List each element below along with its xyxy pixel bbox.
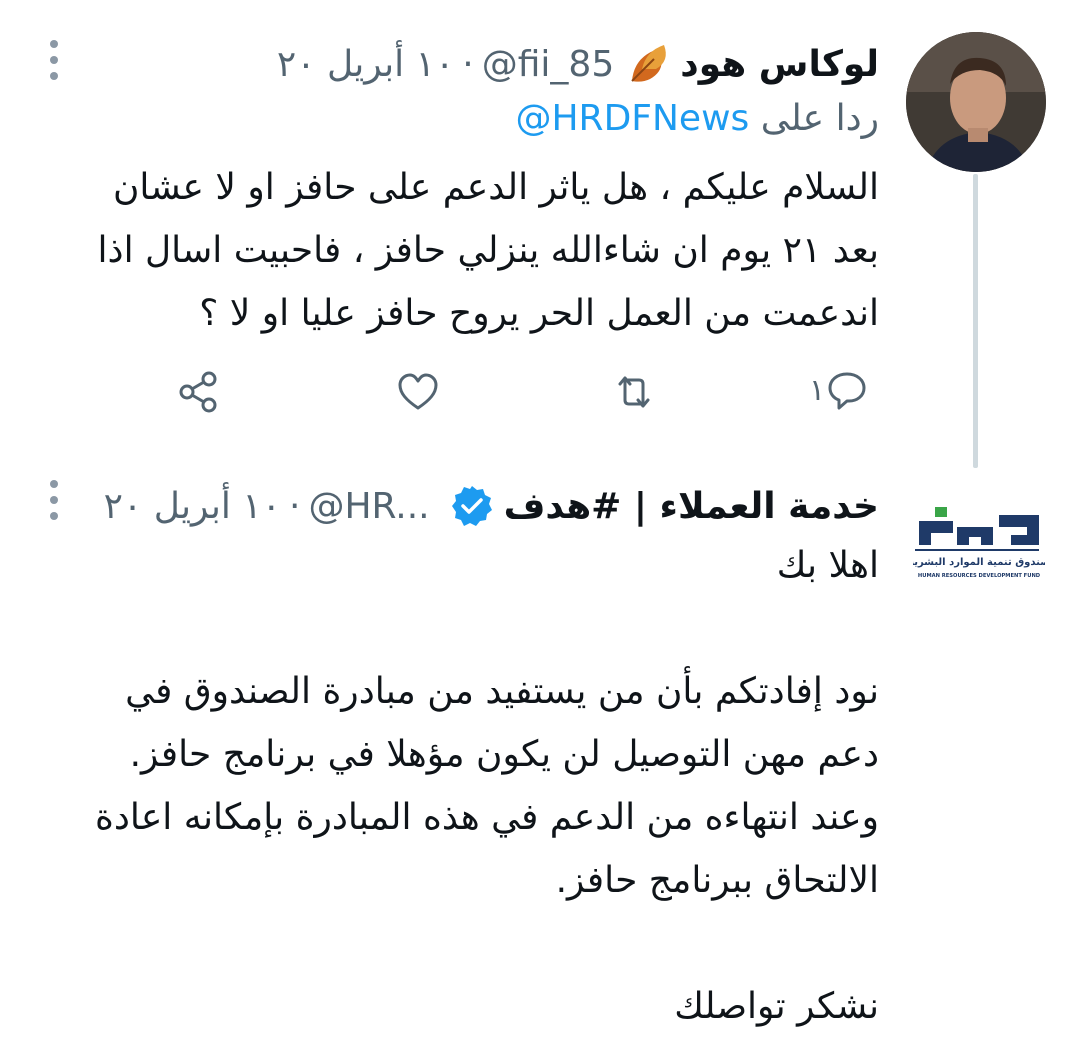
logo-english-text: HUMAN RESOURCES DEVELOPMENT FUND	[918, 573, 1041, 579]
tweet-line: الالتحاق ببرنامج حافز.	[555, 860, 879, 901]
like-icon	[398, 373, 438, 410]
handle[interactable]: @fii_85	[482, 44, 615, 85]
more-options-icon[interactable]	[48, 480, 60, 520]
tweet-line: اندعمت من العمل الحر يروح حافز عليا او ل…	[199, 293, 879, 334]
timestamp[interactable]: ١٠ أبريل ٢٠	[277, 44, 454, 85]
reply-prefix: ردا على	[760, 98, 879, 139]
handle[interactable]: @HR...	[308, 486, 429, 527]
avatar[interactable]	[906, 32, 1046, 172]
logo-arabic-text: صندوق تنمية الموارد البشرية	[913, 557, 1045, 568]
tweet-header: خدمة العملاء | #هدف @HR... · ١٠ أبريل ٢٠	[104, 474, 879, 538]
separator-dot: ·	[462, 43, 474, 85]
tweet-line	[95, 912, 879, 975]
avatar[interactable]: صندوق تنمية الموارد البشرية HUMAN RESOUR…	[908, 505, 1050, 583]
profile-photo	[906, 32, 1046, 172]
tweet-header: لوكاس هود @fii_85 · ١٠ أبريل ٢٠	[277, 32, 879, 96]
retweet-icon	[618, 376, 650, 408]
tweet-line: دعم مهن التوصيل لن يكون مؤهلا في برنامج …	[129, 734, 879, 775]
verified-badge-icon	[451, 486, 492, 526]
reply-icon	[828, 372, 866, 410]
share-button[interactable]	[177, 370, 221, 414]
autumn-leaf-icon	[631, 45, 667, 82]
more-options-icon[interactable]	[48, 40, 60, 80]
reply-button[interactable]: ١	[795, 368, 869, 412]
reply-count: ١	[809, 372, 826, 408]
display-name[interactable]: لوكاس هود	[680, 44, 879, 85]
tweet-text: اهلا بك نود إفادتكم بأن من يستفيد من مبا…	[95, 534, 879, 1038]
tweet-line	[95, 597, 879, 660]
timestamp[interactable]: ١٠ أبريل ٢٠	[104, 486, 281, 527]
tweet-line: اهلا بك	[776, 545, 879, 586]
like-button[interactable]	[396, 370, 440, 414]
retweet-button[interactable]	[612, 370, 656, 414]
tweet-line: السلام عليكم ، هل ياثر الدعم على حافز او…	[112, 167, 879, 208]
hrdf-logo: صندوق تنمية الموارد البشرية HUMAN RESOUR…	[908, 507, 1050, 579]
tweet-line: نشكر تواصلك	[674, 986, 879, 1027]
tweet-text: السلام عليكم ، هل ياثر الدعم على حافز او…	[98, 156, 879, 345]
tweet-line: نود إفادتكم بأن من يستفيد من مبادرة الصن…	[125, 671, 879, 712]
tweet-line: بعد ٢١ يوم ان شاءالله ينزلي حافز ، فاحبي…	[97, 230, 879, 271]
reply-mention-link[interactable]: @HRDFNews	[515, 98, 749, 139]
display-name[interactable]: خدمة العملاء | #هدف	[504, 486, 879, 527]
thread-line	[973, 174, 978, 468]
tweet-line: وعند انتهاءه من الدعم في هذه المبادرة بإ…	[94, 797, 879, 838]
separator-dot: ·	[289, 485, 301, 527]
replying-to: ردا على @HRDFNews	[515, 98, 879, 139]
share-icon	[179, 371, 217, 413]
